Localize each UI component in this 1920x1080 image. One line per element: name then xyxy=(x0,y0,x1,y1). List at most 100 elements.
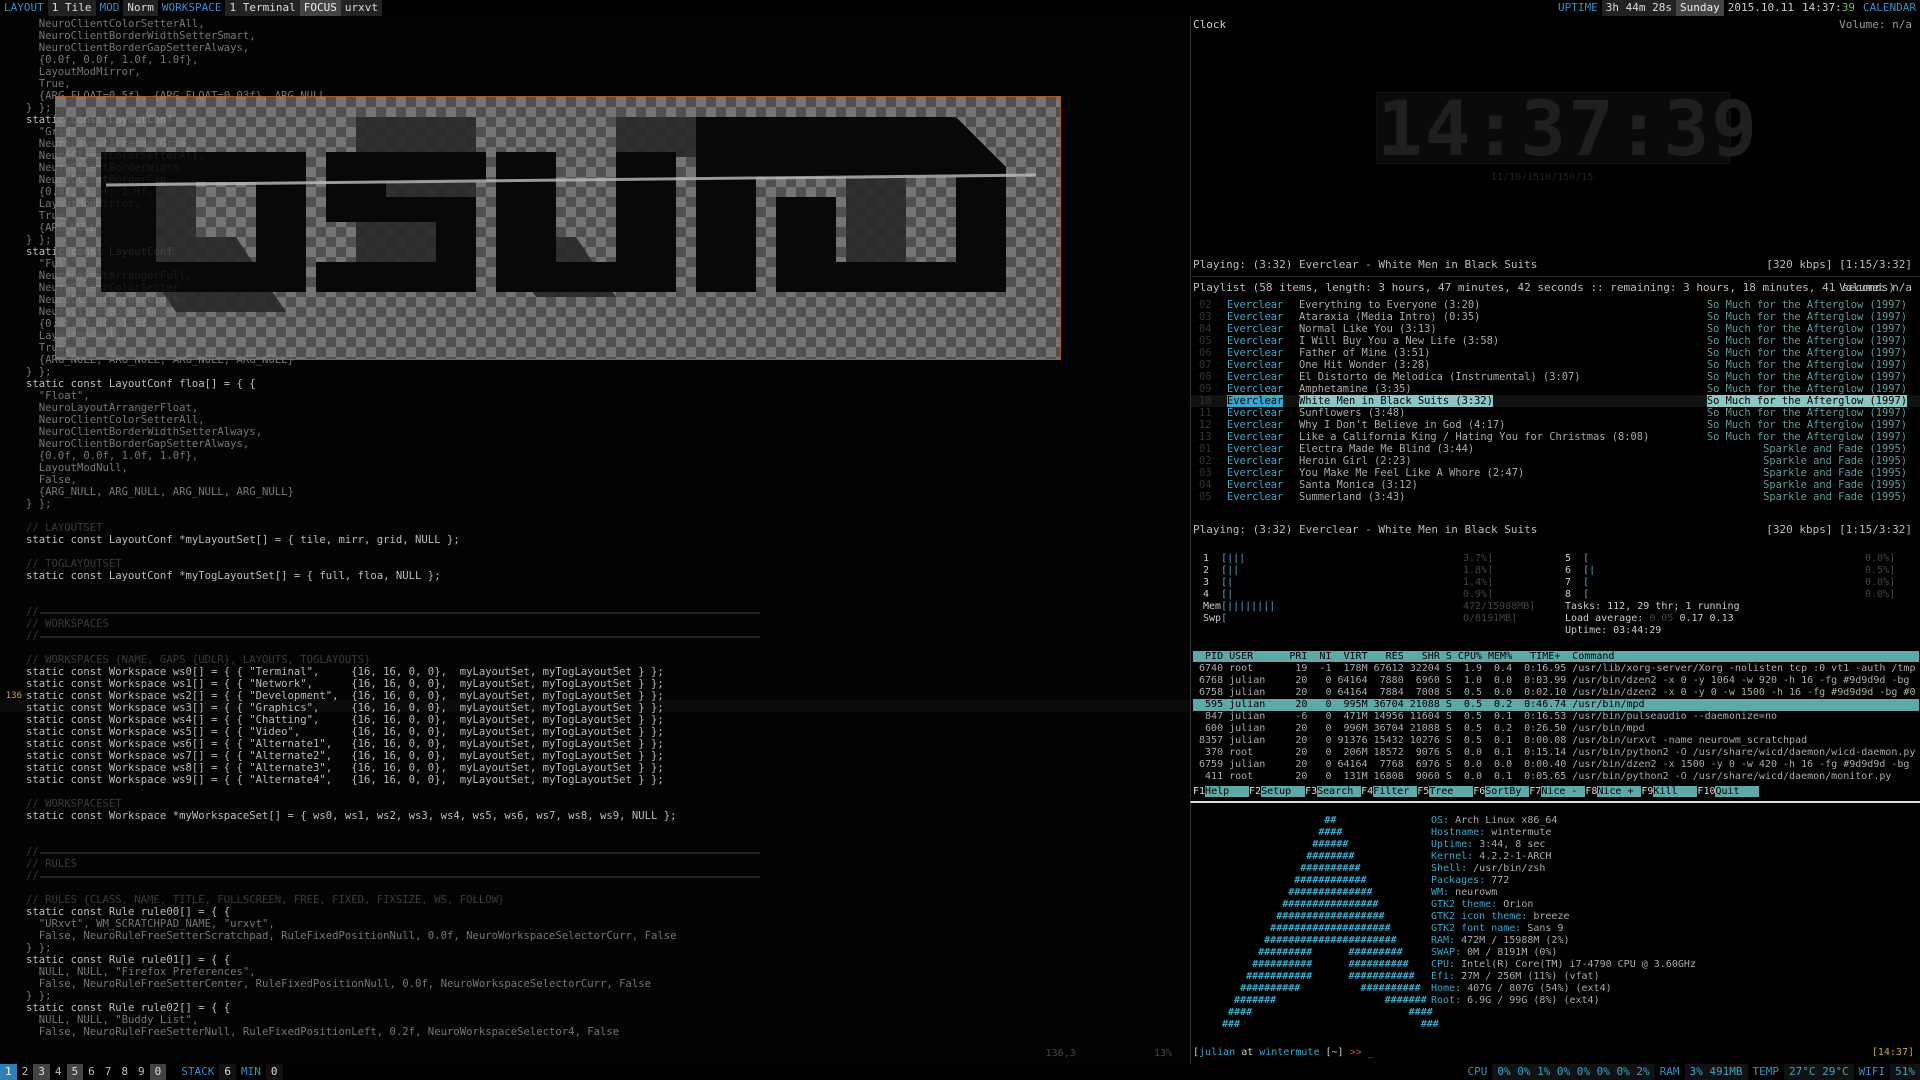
layout-value[interactable]: 1 Tile xyxy=(47,0,96,16)
info-value: wintermute xyxy=(1491,827,1552,838)
workspace-label: WORKSPACE xyxy=(161,1,222,14)
process-row[interactable]: 370 root 20 0 206M 18572 9076 S 0.0 0.1 … xyxy=(1193,747,1919,759)
workspace-6-button[interactable]: 6 xyxy=(83,1064,100,1080)
cpu-percent: 0.0%] xyxy=(1865,577,1896,588)
fkey-number: F2 xyxy=(1249,786,1262,797)
process-row[interactable]: 8357 julian 20 0 91376 15432 10276 S 0.5… xyxy=(1193,735,1919,747)
fkey-kill-button[interactable]: Kill xyxy=(1653,786,1698,797)
fkey-tree-button[interactable]: Tree xyxy=(1429,786,1474,797)
playlist-row[interactable]: 01 Everclear Electra Made Me Blind (3:44) S… xyxy=(1191,443,1920,455)
playlist-row[interactable]: 04 Everclear Santa Monica (3:12) Sparkle an… xyxy=(1191,479,1920,491)
track-number: 04 xyxy=(1199,479,1212,491)
info-line: Packages: 772 xyxy=(1431,875,1696,887)
code-line: LayoutModNull, xyxy=(26,462,129,474)
playlist-volume: Volume: n/a xyxy=(1839,281,1912,294)
calendar-button[interactable]: CALENDAR xyxy=(1859,0,1920,16)
fkey-setup-button[interactable]: Setup xyxy=(1261,786,1306,797)
playlist-row[interactable]: 10 Everclear White Men in Black Suits (3:3… xyxy=(1191,395,1920,407)
fkey-quit-button[interactable]: Quit xyxy=(1715,786,1760,797)
playlist-row[interactable]: 09 Everclear Amphetamine (3:35) So Much for… xyxy=(1191,383,1920,395)
info-key: GTK2 icon theme: xyxy=(1431,911,1528,922)
fkey-number: F1 xyxy=(1193,786,1206,797)
clock-pane[interactable]: Clock Volume: n/a 14:37:39 11/10/1510/15… xyxy=(1190,16,1920,276)
mod-value[interactable]: Norm xyxy=(123,0,158,16)
workspace-0-button[interactable]: 0 xyxy=(149,1064,167,1080)
info-value: 772 xyxy=(1491,875,1510,886)
track-title: El Distorto de Melodica (Instrumental) (… xyxy=(1299,371,1581,383)
track-album: So Much for the Afterglow (1997) xyxy=(1706,383,1907,395)
process-row[interactable]: 6768 julian 20 0 64164 7880 6960 S 1.0 0… xyxy=(1193,675,1919,687)
workspace-8-button[interactable]: 8 xyxy=(116,1064,133,1080)
playlist-row[interactable]: 07 Everclear One Hit Wonder (3:28) So Much … xyxy=(1191,359,1920,371)
track-number: 12 xyxy=(1199,419,1212,431)
fkey-search-button[interactable]: Search xyxy=(1317,786,1362,797)
clock-title: Clock xyxy=(1193,18,1227,31)
wifi-label: WIFI xyxy=(1858,1065,1886,1078)
neurowm-logo-window[interactable] xyxy=(55,96,1061,360)
focus-label: FOCUS xyxy=(299,0,341,16)
track-title: Heroin Girl (2:23) xyxy=(1299,455,1412,467)
workspace-1-button[interactable]: 1 xyxy=(0,1064,17,1080)
fkey-nice-button[interactable]: Nice + xyxy=(1597,786,1642,797)
time-value: 14:37:39 xyxy=(1802,1,1856,14)
playlist-row[interactable]: 08 Everclear El Distorto de Melodica (Inst… xyxy=(1191,371,1920,383)
process-row[interactable]: 595 julian 20 0 995M 36704 21088 S 0.5 0… xyxy=(1193,699,1919,711)
fkey-help-button[interactable]: Help xyxy=(1205,786,1250,797)
info-value: breeze xyxy=(1533,911,1570,922)
screenfetch-terminal[interactable]: ## #### ###### ######## ########## #####… xyxy=(1190,801,1920,1064)
track-title: Sunflowers (3:48) xyxy=(1299,407,1406,419)
neuro-logo-image xyxy=(101,117,1037,312)
process-row[interactable]: 6759 julian 20 0 64164 7768 6976 S 0.0 0… xyxy=(1193,759,1919,771)
swap-meter: Swp[0/8191MB] xyxy=(1203,613,1517,624)
playlist-row[interactable]: 03 Everclear Ataraxia (Media Intro) (0:35)… xyxy=(1191,311,1920,323)
cpu-bar: [ xyxy=(1583,589,1590,600)
workspace-value[interactable]: 1 Terminal xyxy=(225,0,300,16)
info-line: Efi: 27M / 256M (11%) (vfat) xyxy=(1431,971,1696,983)
playlist-row[interactable]: 02 Everclear Heroin Girl (2:23) Sparkle and… xyxy=(1191,455,1920,467)
playlist-row[interactable]: 04 Everclear Normal Like You (3:13) So Much… xyxy=(1191,323,1920,335)
process-row[interactable]: 847 julian -6 0 471M 14956 11604 S 0.5 0… xyxy=(1193,711,1919,723)
playlist-row[interactable]: 05 Everclear I Will Buy You a New Life (3:… xyxy=(1191,335,1920,347)
playlist-row[interactable]: 11 Everclear Sunflowers (3:48) So Much for … xyxy=(1191,407,1920,419)
cpu-bar: [ xyxy=(1583,553,1590,564)
fkey-nice-button[interactable]: Nice - xyxy=(1541,786,1586,797)
arch-logo-icon: ## #### ###### ######## ########## #####… xyxy=(1222,815,1439,1030)
swap-label: Swp xyxy=(1203,613,1222,624)
playlist-row[interactable]: 12 Everclear Why I Don't Believe in God (4… xyxy=(1191,419,1920,431)
cpu-bar: [| xyxy=(1221,577,1234,588)
info-key: Root: xyxy=(1431,995,1462,1006)
workspace-4-button[interactable]: 4 xyxy=(50,1064,67,1080)
fkey-sortby-button[interactable]: SortBy xyxy=(1485,786,1530,797)
playlist-row[interactable]: 02 Everclear Everything to Everyone (3:20)… xyxy=(1191,299,1920,311)
ncmpcpp-playlist-pane[interactable]: Playlist (58 items, length: 3 hours, 47 … xyxy=(1190,276,1920,541)
editor-cursor-position: 136,3 xyxy=(1045,1048,1076,1059)
info-key: Home: xyxy=(1431,983,1462,994)
code-line: "URxvt", WM_SCRATCHPAD_NAME, "urxvt", xyxy=(26,918,275,930)
layout-number: 1 xyxy=(51,1,59,14)
focus-value[interactable]: urxvt xyxy=(340,0,382,16)
process-table-header[interactable]: PID USER PRI NI VIRT RES SHR S CPU% MEM%… xyxy=(1193,651,1919,662)
fkey-filter-button[interactable]: Filter xyxy=(1373,786,1418,797)
playlist-row[interactable]: 03 Everclear You Make Me Feel Like A Whore… xyxy=(1191,467,1920,479)
process-row[interactable]: 6758 julian 20 0 64164 7884 7008 S 0.5 0… xyxy=(1193,687,1919,699)
process-row[interactable]: 411 root 20 0 131M 16808 9060 S 0.0 0.1 … xyxy=(1193,771,1919,783)
workspace-9-button[interactable]: 9 xyxy=(133,1064,150,1080)
cpu-bar: [| xyxy=(1583,565,1596,576)
playlist-row[interactable]: 06 Everclear Father of Mine (3:51) So Much … xyxy=(1191,347,1920,359)
htop-function-keys: F1Help F2Setup F3Search F4Filter F5Tree F6Sor… xyxy=(1193,786,1760,797)
code-line: LayoutModMirror, xyxy=(26,66,141,78)
shell-prompt[interactable]: [julian at wintermute [~] >> _ xyxy=(1193,1047,1374,1058)
cpu-meter: 3 [| 1.4%] xyxy=(1203,577,1493,588)
workspace-2-button[interactable]: 2 xyxy=(17,1064,34,1080)
process-row[interactable]: 6740 root 19 -1 178M 67612 32204 S 1.9 0… xyxy=(1193,663,1919,675)
code-line: False, NeuroRuleFreeSetterNull, RuleFixe… xyxy=(26,1026,620,1038)
cpu-percent: 0.0%] xyxy=(1865,589,1896,600)
workspace-7-button[interactable]: 7 xyxy=(100,1064,117,1080)
playlist-row[interactable]: 13 Everclear Like a California King / Hati… xyxy=(1191,431,1920,443)
workspace-5-button[interactable]: 5 xyxy=(66,1064,84,1080)
code-line: NULL, NULL, "Firefox Preferences", xyxy=(26,966,256,978)
process-row[interactable]: 600 julian 20 0 996M 36704 21088 S 0.5 0… xyxy=(1193,723,1919,735)
workspace-3-button[interactable]: 3 xyxy=(33,1064,50,1080)
playlist-row[interactable]: 05 Everclear Summerland (3:43) Sparkle and … xyxy=(1191,491,1920,503)
htop-pane[interactable]: 1 [||| 3.7%] 2 [|| 1.8%] 3 [| 1.4%] 4 [| 0.9%] 5… xyxy=(1190,541,1920,799)
